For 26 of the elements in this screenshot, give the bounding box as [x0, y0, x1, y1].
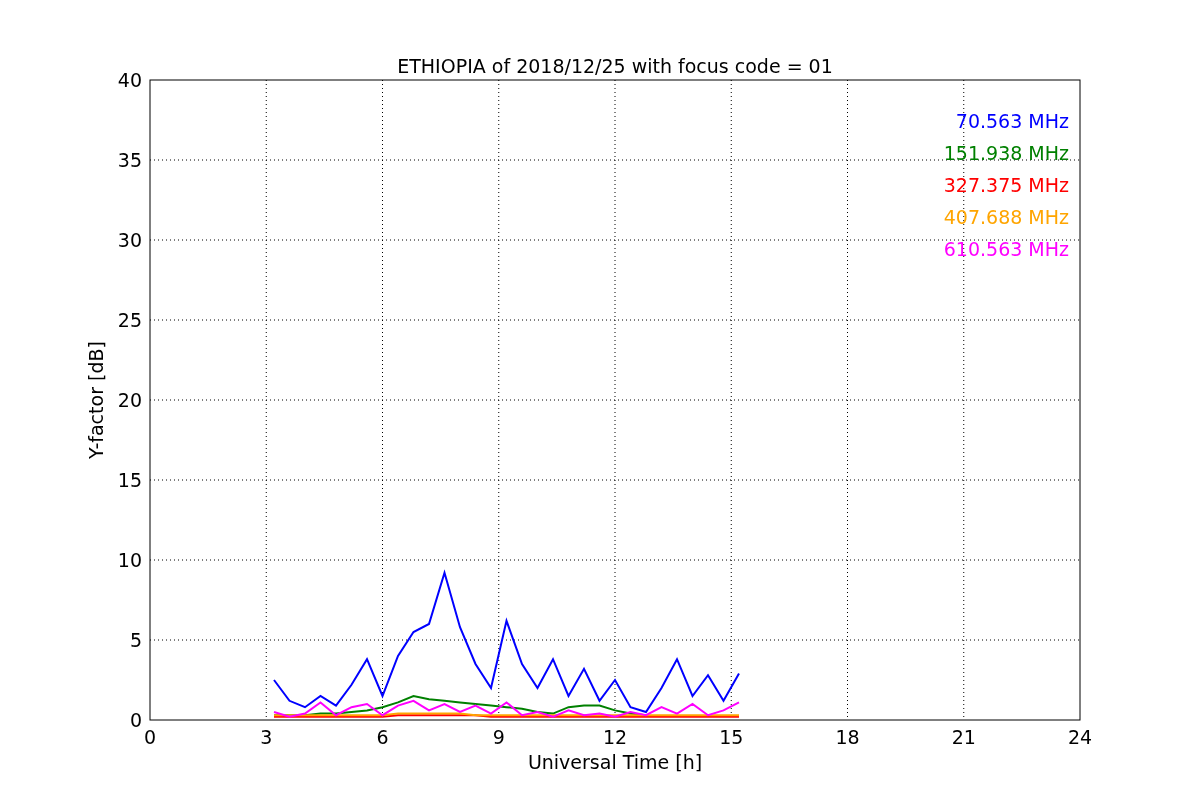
- x-tick-label: 15: [719, 726, 744, 748]
- x-tick-label: 24: [1067, 726, 1093, 748]
- chart-title: ETHIOPIA of 2018/12/25 with focus code = 01: [397, 55, 833, 77]
- y-tick-label: 5: [129, 629, 142, 651]
- legend-label: 151.938 MHz: [943, 142, 1069, 164]
- legend-label: 327.375 MHz: [943, 174, 1069, 196]
- y-tick-label: 10: [117, 549, 142, 571]
- x-axis-label: Universal Time [h]: [527, 751, 703, 773]
- y-axis-label: Y-factor [dB]: [85, 341, 107, 459]
- legend-label: 610.563 MHz: [943, 238, 1069, 260]
- y-tick-label: 15: [117, 469, 142, 491]
- y-tick-label: 20: [117, 389, 142, 411]
- x-tick-label: 18: [835, 726, 860, 748]
- y-tick-label: 30: [117, 229, 142, 251]
- y-tick-label: 35: [117, 149, 142, 171]
- x-tick-label: 9: [492, 726, 505, 748]
- y-tick-label: 25: [117, 309, 142, 331]
- x-tick-label: 0: [143, 726, 157, 748]
- x-tick-label: 21: [951, 726, 976, 748]
- legend-label: 70.563 MHz: [955, 110, 1069, 132]
- x-tick-label: 3: [260, 726, 273, 748]
- y-tick-label: 0: [129, 709, 142, 731]
- x-tick-label: 12: [602, 726, 628, 748]
- legend-label: 407.688 MHz: [943, 206, 1069, 228]
- y-tick-label: 40: [117, 69, 142, 91]
- x-tick-label: 6: [376, 726, 389, 748]
